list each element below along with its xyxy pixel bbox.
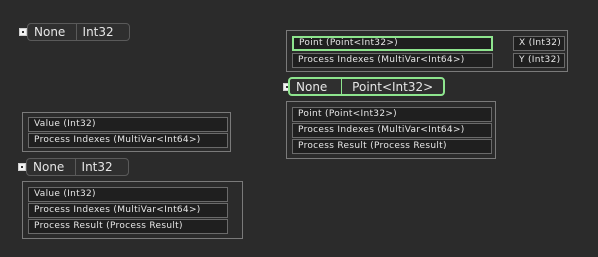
pill-left-label: None bbox=[296, 79, 328, 94]
node-panel-left-bottom[interactable]: Value (Int32) Process Indexes (MultiVar<… bbox=[22, 181, 243, 239]
row-point[interactable]: Point (Point<Int32>) bbox=[292, 107, 492, 122]
row-process-indexes[interactable]: Process Indexes (MultiVar<Int64>) bbox=[28, 133, 228, 148]
row-process-indexes[interactable]: Process Indexes (MultiVar<Int64>) bbox=[28, 203, 228, 218]
row-value[interactable]: Value (Int32) bbox=[28, 187, 228, 202]
pin-icon[interactable] bbox=[18, 163, 26, 171]
node-panel-right-lower[interactable]: Point (Point<Int32>) Process Indexes (Mu… bbox=[286, 101, 496, 159]
row-y[interactable]: Y (Int32) bbox=[513, 53, 565, 68]
node-pill-top-left[interactable]: None Int32 bbox=[27, 23, 130, 41]
node-panel-left-mid[interactable]: Value (Int32) Process Indexes (MultiVar<… bbox=[22, 112, 231, 152]
row-point[interactable]: Point (Point<Int32>) bbox=[292, 36, 493, 51]
pill-right-label: Int32 bbox=[75, 24, 129, 40]
row-process-indexes[interactable]: Process Indexes (MultiVar<Int64>) bbox=[292, 53, 493, 68]
pill-right-label: Point<Int32> bbox=[341, 79, 443, 94]
node-pill-left[interactable]: None Int32 bbox=[26, 158, 129, 176]
pill-left-label: None bbox=[34, 25, 66, 39]
pin-icon[interactable] bbox=[19, 28, 27, 36]
row-process-indexes[interactable]: Process Indexes (MultiVar<Int64>) bbox=[292, 123, 492, 138]
pill-left-label: None bbox=[33, 160, 65, 174]
row-process-result[interactable]: Process Result (Process Result) bbox=[28, 219, 228, 234]
pill-right-label: Int32 bbox=[74, 159, 128, 175]
row-value[interactable]: Value (Int32) bbox=[28, 117, 228, 132]
node-pill-right[interactable]: None Point<Int32> bbox=[288, 77, 445, 96]
row-x[interactable]: X (Int32) bbox=[513, 36, 565, 51]
row-process-result[interactable]: Process Result (Process Result) bbox=[292, 139, 492, 154]
node-panel-right-top[interactable]: Point (Point<Int32>) Process Indexes (Mu… bbox=[286, 30, 568, 72]
